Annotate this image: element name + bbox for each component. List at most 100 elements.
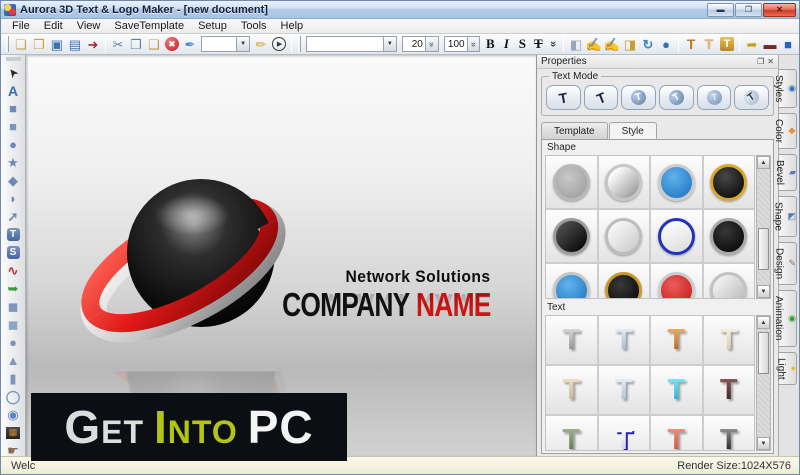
- shape-thumbnail[interactable]: [598, 264, 649, 298]
- import-tool[interactable]: ➥: [3, 280, 24, 297]
- shape-thumbnail[interactable]: [703, 156, 754, 208]
- text-frame-tool[interactable]: T: [3, 226, 24, 243]
- close-button[interactable]: ✕: [763, 2, 796, 17]
- scroll-thumb[interactable]: [758, 228, 769, 270]
- italic-button[interactable]: I: [498, 35, 514, 53]
- ellipse-tool[interactable]: ●: [3, 136, 24, 153]
- scroll-down-icon[interactable]: ▼: [757, 285, 770, 298]
- text-style-thumbnail[interactable]: T: [703, 316, 754, 364]
- text-style-thumbnail[interactable]: T: [703, 416, 754, 450]
- tab-template[interactable]: Template: [541, 122, 608, 139]
- scale-stepper[interactable]: »: [467, 36, 481, 52]
- text-style-thumbnail[interactable]: T: [598, 316, 649, 364]
- tab-bevel[interactable]: ▰ Bevel: [774, 154, 797, 192]
- new-document-icon[interactable]: ❏: [12, 35, 30, 53]
- sphere2-tool[interactable]: ◉: [3, 406, 24, 423]
- scale-input[interactable]: 100: [443, 36, 468, 52]
- rounded-cube-tool[interactable]: ◼: [3, 316, 24, 333]
- toolbar-grip[interactable]: [298, 36, 301, 52]
- bold-button[interactable]: B: [482, 35, 498, 53]
- text-outline-icon[interactable]: T: [700, 35, 718, 53]
- scroll-thumb[interactable]: [758, 332, 769, 374]
- play-animation-icon[interactable]: ▶: [270, 35, 288, 53]
- toolbar-grip[interactable]: [6, 36, 9, 52]
- sphere-tool[interactable]: ●: [3, 334, 24, 351]
- strike-button[interactable]: T: [530, 35, 546, 53]
- restore-button[interactable]: ❐: [735, 2, 762, 17]
- text-3d-icon[interactable]: T: [682, 35, 700, 53]
- text-mode-round2-button[interactable]: T: [659, 85, 694, 110]
- menu-item[interactable]: Help: [274, 19, 311, 34]
- text-mode-flat-button[interactable]: T: [546, 85, 581, 110]
- tab-light[interactable]: ● Light: [776, 351, 797, 386]
- star-tool[interactable]: ★: [3, 154, 24, 171]
- text-style-thumbnail[interactable]: T: [651, 416, 702, 450]
- cylinder-icon[interactable]: ●: [657, 35, 675, 53]
- cylinder-tool[interactable]: ▮: [3, 370, 24, 387]
- shape-thumbnail[interactable]: [703, 210, 754, 262]
- tab-color[interactable]: ❖ Color: [773, 113, 797, 150]
- shape-thumbnail[interactable]: [651, 210, 702, 262]
- text-style-thumbnail[interactable]: T: [703, 366, 754, 414]
- node-edit-icon[interactable]: ✍: [603, 35, 621, 53]
- text-mode-flat2-button[interactable]: T: [583, 85, 619, 110]
- shape-edit-icon[interactable]: ✍: [585, 35, 603, 53]
- menu-item[interactable]: Setup: [191, 19, 234, 34]
- menu-item[interactable]: File: [5, 19, 37, 34]
- cube-tool[interactable]: ◼: [3, 298, 24, 315]
- font-size-input[interactable]: 20: [401, 36, 426, 52]
- text-style-thumbnail[interactable]: T: [651, 366, 702, 414]
- text-style-thumbnail[interactable]: T: [598, 416, 649, 450]
- tab-style[interactable]: Style: [608, 122, 657, 139]
- shadow-button[interactable]: S: [514, 35, 530, 53]
- shape-thumbnail[interactable]: [546, 210, 597, 262]
- gold-cube-icon[interactable]: ◨: [621, 35, 639, 53]
- shape-thumbnail[interactable]: [703, 264, 754, 298]
- image-tool[interactable]: ▦: [3, 424, 24, 441]
- polygon-tool[interactable]: ◆: [3, 172, 24, 189]
- cut-icon[interactable]: ✂: [109, 35, 127, 53]
- menu-item[interactable]: Tools: [234, 19, 274, 34]
- save-icon[interactable]: ▣: [48, 35, 66, 53]
- palette-grip[interactable]: [5, 57, 21, 61]
- select-tool[interactable]: ➤: [3, 64, 24, 81]
- delete-icon[interactable]: ✖: [163, 35, 181, 53]
- tab-styles[interactable]: ◉ Styles: [773, 69, 797, 109]
- open-folder-icon[interactable]: ❒: [30, 35, 48, 53]
- scroll-up-icon[interactable]: ▲: [757, 156, 770, 169]
- float-panel-icon[interactable]: ❐: [757, 57, 764, 66]
- combo-arrow-icon[interactable]: ▼: [236, 37, 250, 51]
- symbol-frame-tool[interactable]: S: [3, 244, 24, 261]
- brand-text-group[interactable]: Network Solutions COMPANY NAME COMPANY N…: [230, 267, 492, 355]
- text-box-icon[interactable]: T: [718, 35, 736, 53]
- text-style-thumbnail[interactable]: T: [546, 366, 597, 414]
- tab-shape[interactable]: ◩ Shape: [772, 196, 797, 238]
- text-mode-round4-button[interactable]: T: [734, 85, 770, 110]
- close-panel-icon[interactable]: ✕: [767, 57, 774, 66]
- pie-tool[interactable]: ◗: [3, 190, 24, 207]
- text-tool[interactable]: A: [3, 82, 24, 99]
- edit-pencil-icon[interactable]: ✏: [252, 35, 270, 53]
- shape-thumbnail[interactable]: [651, 264, 702, 298]
- tab-animation[interactable]: ◉ Animation: [773, 290, 797, 347]
- menu-item[interactable]: View: [70, 19, 108, 34]
- shape-thumbnail[interactable]: [598, 210, 649, 262]
- text-style-thumbnail[interactable]: T: [651, 316, 702, 364]
- cone-tool[interactable]: ▲: [3, 352, 24, 369]
- dark-shape-icon[interactable]: ▬: [761, 35, 779, 53]
- menu-item[interactable]: Edit: [37, 19, 70, 34]
- font-combo[interactable]: ▼: [305, 36, 397, 52]
- torus-tool[interactable]: ◯: [3, 388, 24, 405]
- shape-thumbnail[interactable]: [651, 156, 702, 208]
- rectangle-tool[interactable]: ■: [3, 100, 24, 117]
- text-mode-round-button[interactable]: T: [621, 85, 657, 110]
- export-icon[interactable]: ➜: [84, 35, 102, 53]
- font-size-stepper[interactable]: »: [425, 36, 439, 52]
- shape-scrollbar[interactable]: ▲ ▼: [756, 155, 771, 299]
- overflow-chevron-icon[interactable]: »: [546, 35, 560, 53]
- arrow-tool[interactable]: ➚: [3, 208, 24, 225]
- text-style-thumbnail[interactable]: T: [546, 416, 597, 450]
- style-combo[interactable]: ▼: [200, 36, 251, 52]
- rounded-rect-tool[interactable]: ■: [3, 118, 24, 135]
- cube-edit-icon[interactable]: ◧: [567, 35, 585, 53]
